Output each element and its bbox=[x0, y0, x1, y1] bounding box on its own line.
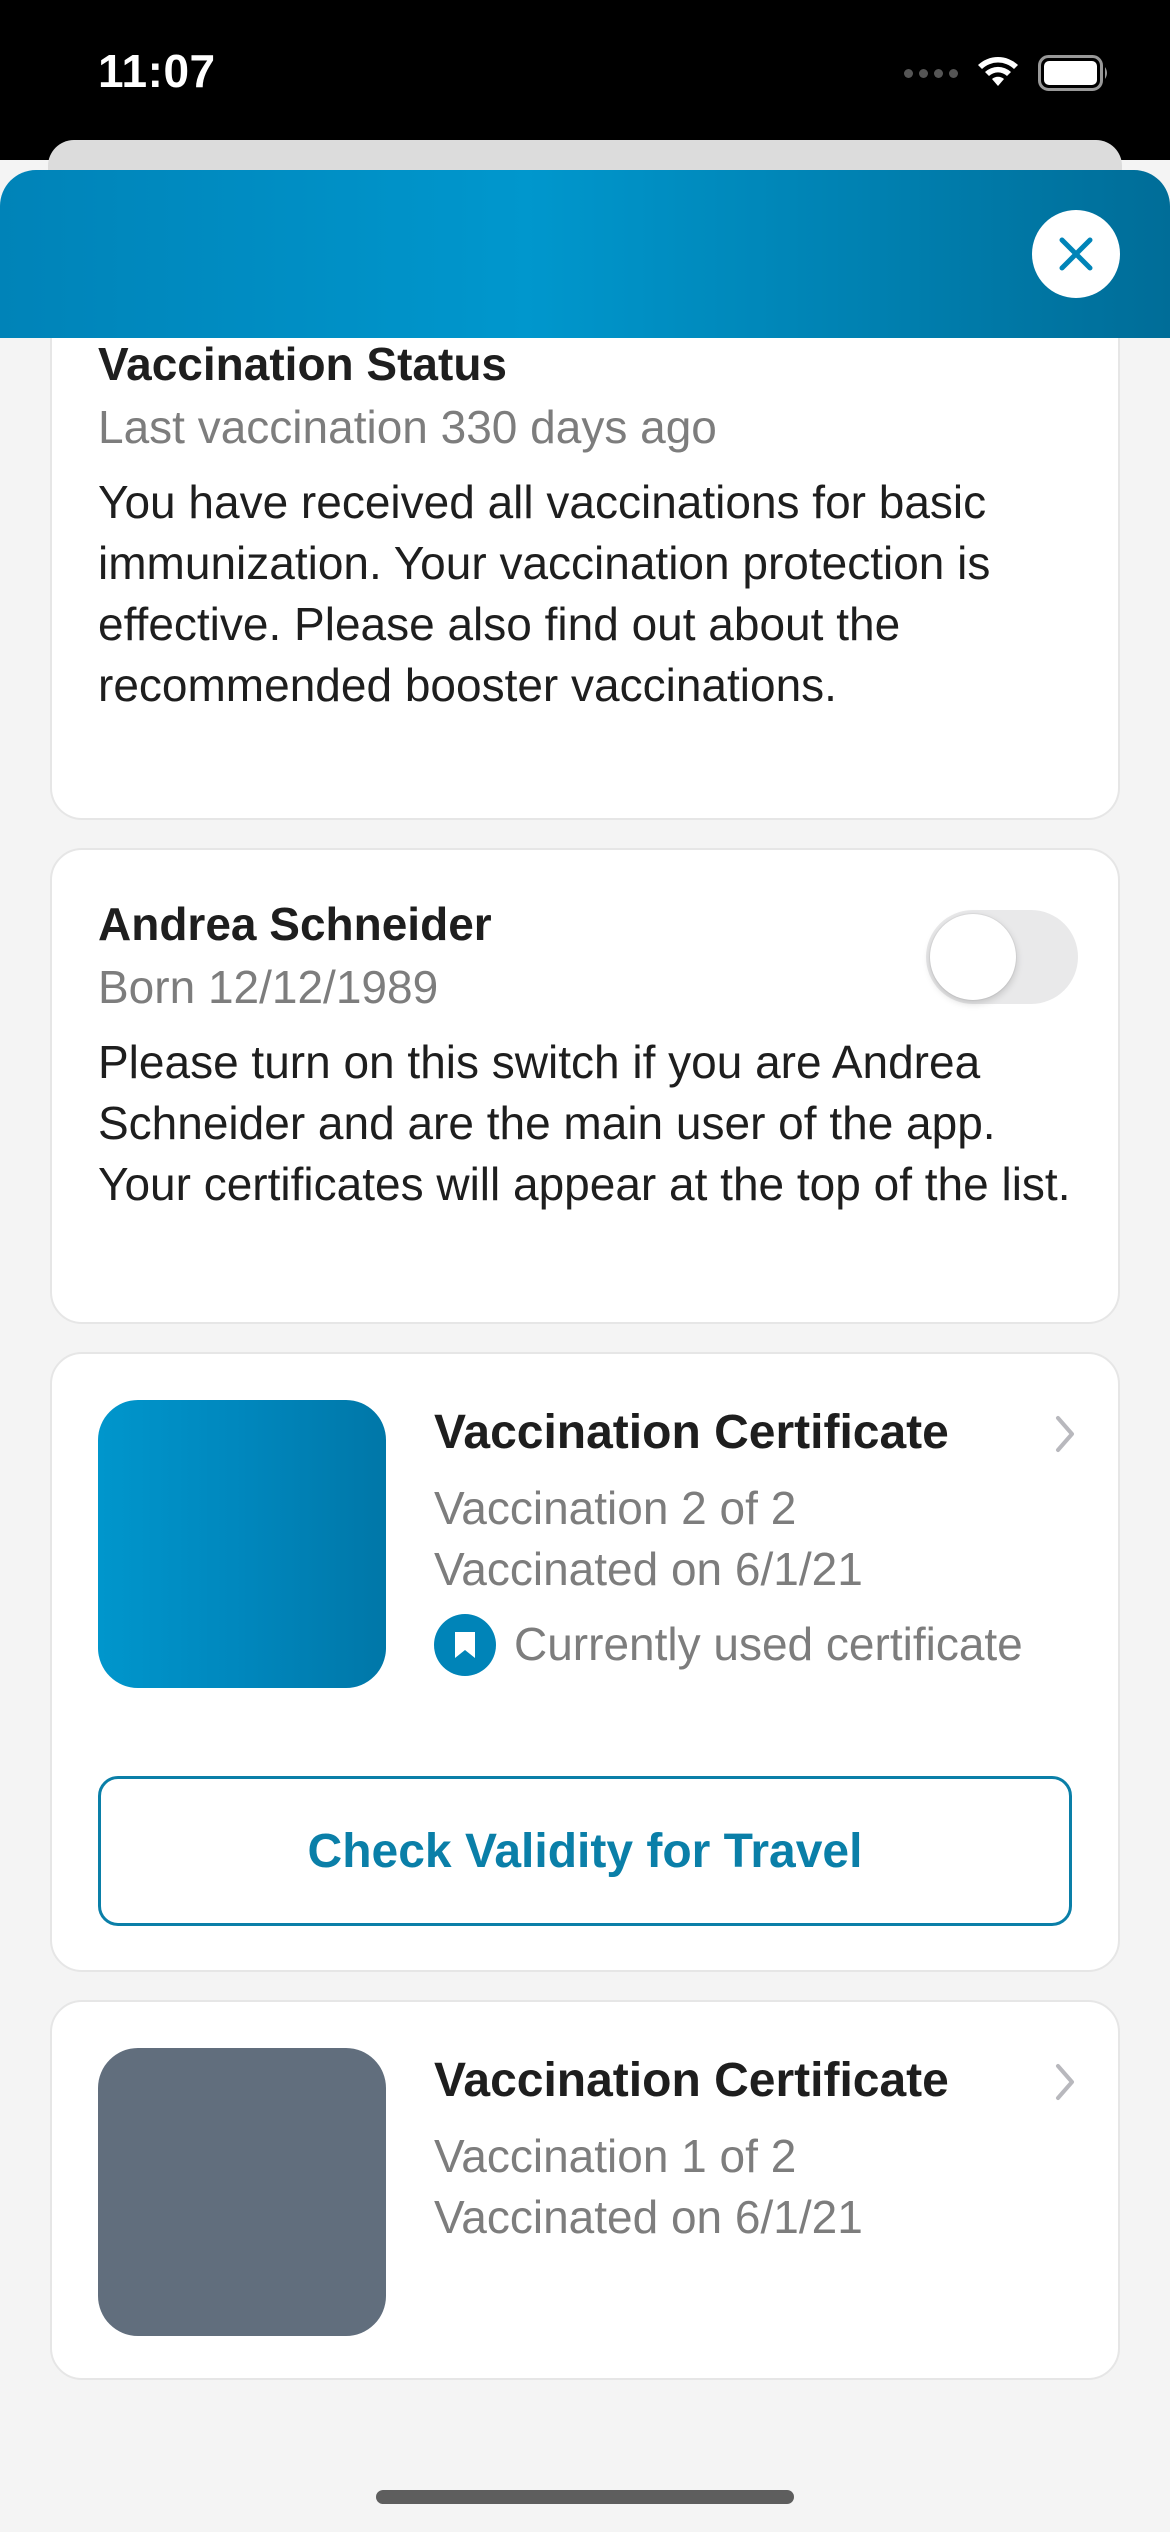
status-bar: 11:07 bbox=[0, 0, 1170, 160]
header-banner bbox=[0, 170, 1170, 338]
certificate-date: Vaccinated on 6/1/21 bbox=[434, 1543, 863, 1595]
battery-icon bbox=[1038, 55, 1107, 91]
chevron-right-icon bbox=[1056, 1416, 1074, 1452]
status-subtitle: Last vaccination 330 days ago bbox=[98, 401, 717, 453]
certificate-dose: Vaccination 2 of 2 bbox=[434, 1482, 797, 1534]
bookmark-icon bbox=[434, 1614, 496, 1676]
certificate-card[interactable]: Vaccination Certificate Vaccination 2 of… bbox=[50, 1352, 1120, 1972]
check-validity-button[interactable]: Check Validity for Travel bbox=[98, 1776, 1072, 1926]
certificate-dose: Vaccination 1 of 2 bbox=[434, 2130, 797, 2182]
wifi-icon bbox=[978, 57, 1018, 86]
toggle-knob bbox=[930, 914, 1016, 1000]
current-certificate-badge: Currently used certificate bbox=[434, 1614, 1028, 1676]
status-description: You have received all vaccinations for b… bbox=[98, 476, 991, 711]
status-title: Vaccination Status bbox=[98, 338, 508, 390]
user-card: Andrea Schneider Born 12/12/1989 Please … bbox=[50, 848, 1120, 1324]
close-icon bbox=[1059, 237, 1093, 271]
main-user-description: Please turn on this switch if you are An… bbox=[98, 1036, 1071, 1210]
status-time: 11:07 bbox=[98, 45, 216, 97]
certificate-date: Vaccinated on 6/1/21 bbox=[434, 2191, 863, 2243]
certificate-thumbnail bbox=[98, 2048, 386, 2336]
close-button[interactable] bbox=[1032, 210, 1120, 298]
main-user-toggle[interactable] bbox=[926, 910, 1078, 1004]
certificate-card[interactable]: Vaccination Certificate Vaccination 1 of… bbox=[50, 2000, 1120, 2380]
signal-dots-icon bbox=[904, 68, 958, 78]
chevron-right-icon bbox=[1056, 2064, 1074, 2100]
certificate-title: Vaccination Certificate bbox=[434, 1406, 949, 1459]
status-icons bbox=[904, 48, 1110, 98]
certificate-thumbnail bbox=[98, 1400, 386, 1688]
home-indicator[interactable] bbox=[376, 2490, 794, 2504]
vaccination-status-card: Vaccination Status Last vaccination 330 … bbox=[50, 280, 1120, 820]
current-certificate-label: Currently used certificate bbox=[514, 1618, 1023, 1670]
certificate-title: Vaccination Certificate bbox=[434, 2054, 949, 2107]
